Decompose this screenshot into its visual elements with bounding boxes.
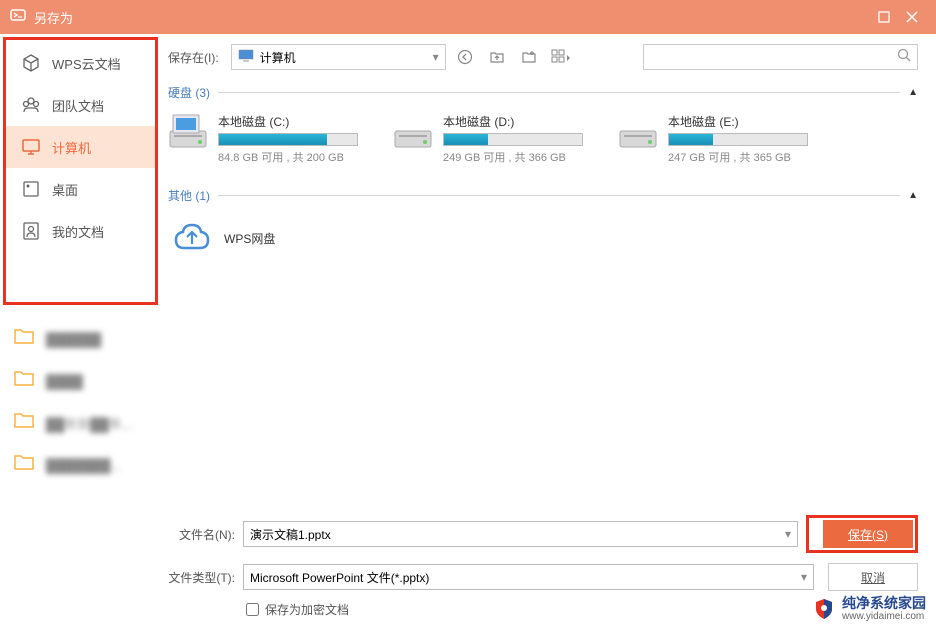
folder-label: ████: [46, 374, 83, 389]
chevron-up-icon: ▲: [908, 190, 918, 201]
chevron-down-icon[interactable]: ▾: [801, 570, 807, 584]
watermark-sub: www.yidaimei.com: [842, 611, 926, 622]
section-label: 硬盘 (3): [168, 84, 210, 101]
sidebar: WPS云文档 团队文档 计算机 桌面 我的文档 ██████: [0, 34, 158, 628]
content-area: 保存在(I): 计算机 ▾ 硬盘 (3) ▲ 本地: [158, 34, 936, 628]
back-button[interactable]: [452, 44, 478, 70]
drive-name: 本地磁盘 (D:): [443, 113, 583, 130]
other-label: WPS网盘: [224, 230, 275, 247]
encrypt-label: 保存为加密文档: [265, 601, 349, 618]
watermark-main: 纯净系统家园: [842, 596, 926, 611]
team-icon: [20, 94, 42, 116]
up-folder-button[interactable]: [484, 44, 510, 70]
location-select[interactable]: 计算机 ▾: [231, 44, 446, 70]
drive-icon: [168, 113, 208, 151]
filetype-value: Microsoft PowerPoint 文件(*.pptx): [250, 569, 801, 586]
desktop-icon: [20, 178, 42, 200]
sidebar-item-team[interactable]: 团队文档: [6, 84, 155, 126]
drive-c[interactable]: 本地磁盘 (C:) 84.8 GB 可用 , 共 200 GB: [168, 113, 358, 165]
titlebar: 另存为: [0, 0, 936, 34]
others-section-header[interactable]: 其他 (1) ▲: [168, 183, 918, 208]
drive-d[interactable]: 本地磁盘 (D:) 249 GB 可用 , 共 366 GB: [393, 113, 583, 165]
folder-item[interactable]: ███████...: [0, 444, 158, 486]
sidebar-item-label: 团队文档: [52, 96, 104, 115]
window-title: 另存为: [34, 8, 870, 27]
filetype-label: 文件类型(T):: [168, 569, 243, 586]
folder-label: ██████: [46, 332, 101, 347]
location-label: 保存在(I):: [168, 49, 219, 66]
filename-label: 文件名(N):: [168, 526, 243, 543]
sidebar-item-desktop[interactable]: 桌面: [6, 168, 155, 210]
folder-icon: [14, 370, 36, 392]
sidebar-item-label: WPS云文档: [52, 54, 121, 73]
recent-folders: ██████ ████ ██年到██年... ███████...: [0, 318, 158, 486]
section-label: 其他 (1): [168, 187, 210, 204]
user-doc-icon: [20, 220, 42, 242]
wps-cloud-item[interactable]: WPS网盘: [168, 216, 279, 260]
search-box[interactable]: [643, 44, 918, 70]
sidebar-item-wps-cloud[interactable]: WPS云文档: [6, 42, 155, 84]
drive-size: 84.8 GB 可用 , 共 200 GB: [218, 149, 358, 165]
folder-label: ███████...: [46, 458, 121, 473]
drive-usage-bar: [218, 133, 358, 146]
watermark-shield-icon: [812, 597, 836, 621]
watermark: 纯净系统家园 www.yidaimei.com: [812, 596, 926, 622]
cancel-button[interactable]: 取消: [828, 563, 918, 591]
drives-section-header[interactable]: 硬盘 (3) ▲: [168, 80, 918, 105]
maximize-button[interactable]: [870, 3, 898, 31]
drive-name: 本地磁盘 (C:): [218, 113, 358, 130]
location-value: 计算机: [260, 49, 433, 66]
folder-icon: [14, 454, 36, 476]
drive-name: 本地磁盘 (E:): [668, 113, 808, 130]
filetype-field[interactable]: Microsoft PowerPoint 文件(*.pptx) ▾: [243, 564, 814, 590]
folder-item[interactable]: ██████: [0, 318, 158, 360]
drive-icon: [618, 113, 658, 151]
folder-icon: [14, 328, 36, 350]
drive-size: 249 GB 可用 , 共 366 GB: [443, 149, 583, 165]
chevron-up-icon: ▲: [908, 87, 918, 98]
drive-usage-bar: [668, 133, 808, 146]
monitor-icon: [20, 136, 42, 158]
search-input[interactable]: [650, 50, 897, 64]
sidebar-item-computer[interactable]: 计算机: [6, 126, 155, 168]
bottom-form: 文件名(N): ▾ 保存(S) 文件类型(T): Microsoft Power…: [168, 515, 918, 628]
encrypt-checkbox[interactable]: [246, 603, 259, 616]
others-list: WPS网盘: [168, 216, 918, 260]
folder-item[interactable]: ██年到██年...: [0, 402, 158, 444]
sidebar-item-label: 我的文档: [52, 222, 104, 241]
computer-icon: [238, 48, 254, 67]
app-icon: [10, 7, 26, 28]
view-mode-button[interactable]: [548, 44, 574, 70]
drives-list: 本地磁盘 (C:) 84.8 GB 可用 , 共 200 GB 本地磁盘 (D:…: [168, 113, 918, 165]
sidebar-item-label: 计算机: [52, 138, 91, 157]
filename-input[interactable]: [250, 527, 785, 541]
chevron-down-icon[interactable]: ▾: [785, 527, 791, 541]
sidebar-item-mydocs[interactable]: 我的文档: [6, 210, 155, 252]
drive-icon: [393, 113, 433, 151]
drive-e[interactable]: 本地磁盘 (E:) 247 GB 可用 , 共 365 GB: [618, 113, 808, 165]
filename-field[interactable]: ▾: [243, 521, 798, 547]
chevron-down-icon: ▾: [433, 50, 439, 64]
cloud-icon: [172, 220, 212, 256]
search-icon: [897, 48, 911, 67]
sidebar-item-label: 桌面: [52, 180, 78, 199]
cube-icon: [20, 52, 42, 74]
new-folder-button[interactable]: [516, 44, 542, 70]
toolbar: 保存在(I): 计算机 ▾: [168, 44, 918, 70]
folder-item[interactable]: ████: [0, 360, 158, 402]
drive-size: 247 GB 可用 , 共 365 GB: [668, 149, 808, 165]
close-button[interactable]: [898, 3, 926, 31]
save-button[interactable]: 保存(S): [823, 520, 913, 548]
folder-label: ██年到██年...: [46, 414, 133, 433]
folder-icon: [14, 412, 36, 434]
drive-usage-bar: [443, 133, 583, 146]
